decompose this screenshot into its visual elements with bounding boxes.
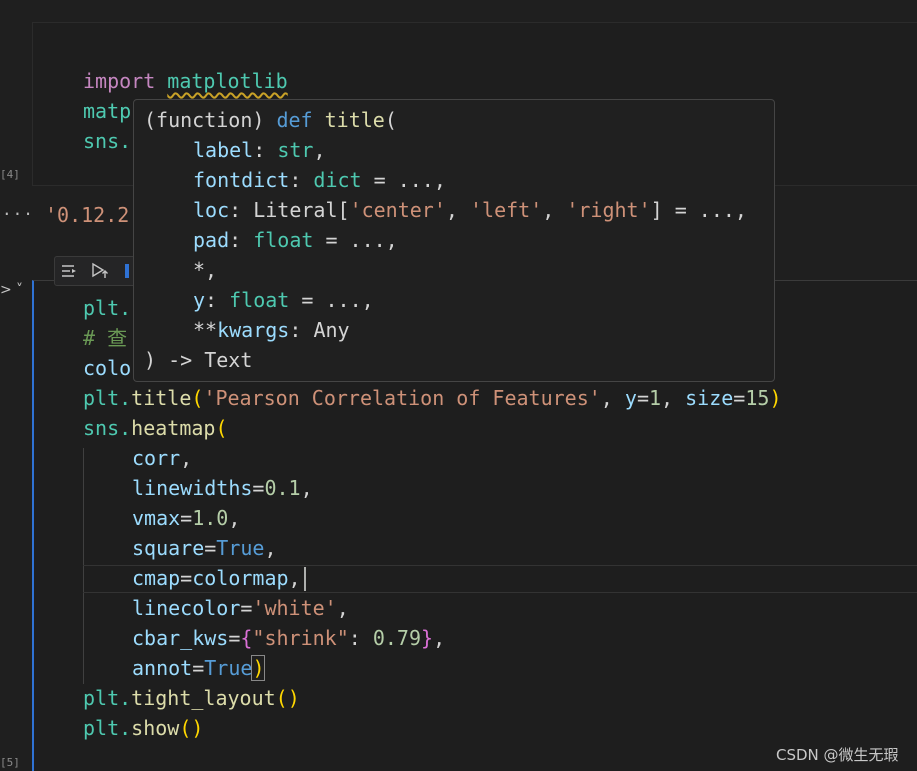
code-line-cbar-kws[interactable]: cbar_kws={"shrink": 0.79}, <box>132 623 445 653</box>
code-line-3[interactable]: sns. <box>83 126 131 156</box>
code-line-c2-3[interactable]: colo <box>83 353 131 383</box>
code-line-linewidths[interactable]: linewidths=0.1, <box>132 473 313 503</box>
signature-hover-tooltip: (function) def title( label: str, fontdi… <box>133 99 775 382</box>
code-line-annot[interactable]: annot=True) <box>132 653 266 683</box>
hover-signature-head: (function) def title( <box>144 108 397 132</box>
hover-param-fontdict: fontdict: dict = ..., <box>193 168 446 192</box>
code-line-corr[interactable]: corr, <box>132 443 192 473</box>
code-line-c2-2[interactable]: # 查 <box>83 323 127 353</box>
code-line-linecolor[interactable]: linecolor='white', <box>132 593 349 623</box>
code-line-square[interactable]: square=True, <box>132 533 277 563</box>
cell-1-exec-count: [4] <box>0 168 20 181</box>
run-by-line-icon[interactable] <box>55 257 85 285</box>
hover-return-type: ) -> Text <box>144 348 253 372</box>
code-line-import[interactable]: import matplotlib <box>83 66 288 96</box>
code-line-c2-1[interactable]: plt. <box>83 293 131 323</box>
hover-param-y: y: float = ..., <box>193 288 374 312</box>
text-cursor <box>304 567 306 591</box>
code-line-cmap[interactable]: cmap=colormap, <box>132 563 301 593</box>
hover-param-loc: loc: Literal['center', 'left', 'right'] … <box>193 198 747 222</box>
hover-param-star: *, <box>193 258 218 282</box>
watermark: CSDN @微生无瑕 <box>776 746 899 764</box>
code-line-tight-layout[interactable]: plt.tight_layout() <box>83 683 300 713</box>
code-line-2[interactable]: matp <box>83 96 131 126</box>
output-more-icon[interactable]: ... <box>2 200 34 219</box>
code-line-heatmap[interactable]: sns.heatmap( <box>83 413 228 443</box>
chevron-right-icon[interactable]: > <box>0 282 12 298</box>
hover-param-pad: pad: float = ..., <box>193 228 398 252</box>
hover-param-label: label: str, <box>193 138 326 162</box>
execute-above-icon[interactable] <box>85 257 115 285</box>
code-line-vmax[interactable]: vmax=1.0, <box>132 503 240 533</box>
hover-param-kwargs: **kwargs: Any <box>193 318 350 342</box>
cell-output-text: '0.12.2 <box>45 203 130 227</box>
code-line-show[interactable]: plt.show() <box>83 713 203 743</box>
chevron-down-icon[interactable]: ˅ <box>16 282 23 298</box>
cell-2-exec-count: [5] <box>0 756 20 769</box>
code-line-title[interactable]: plt.title('Pearson Correlation of Featur… <box>83 383 781 413</box>
